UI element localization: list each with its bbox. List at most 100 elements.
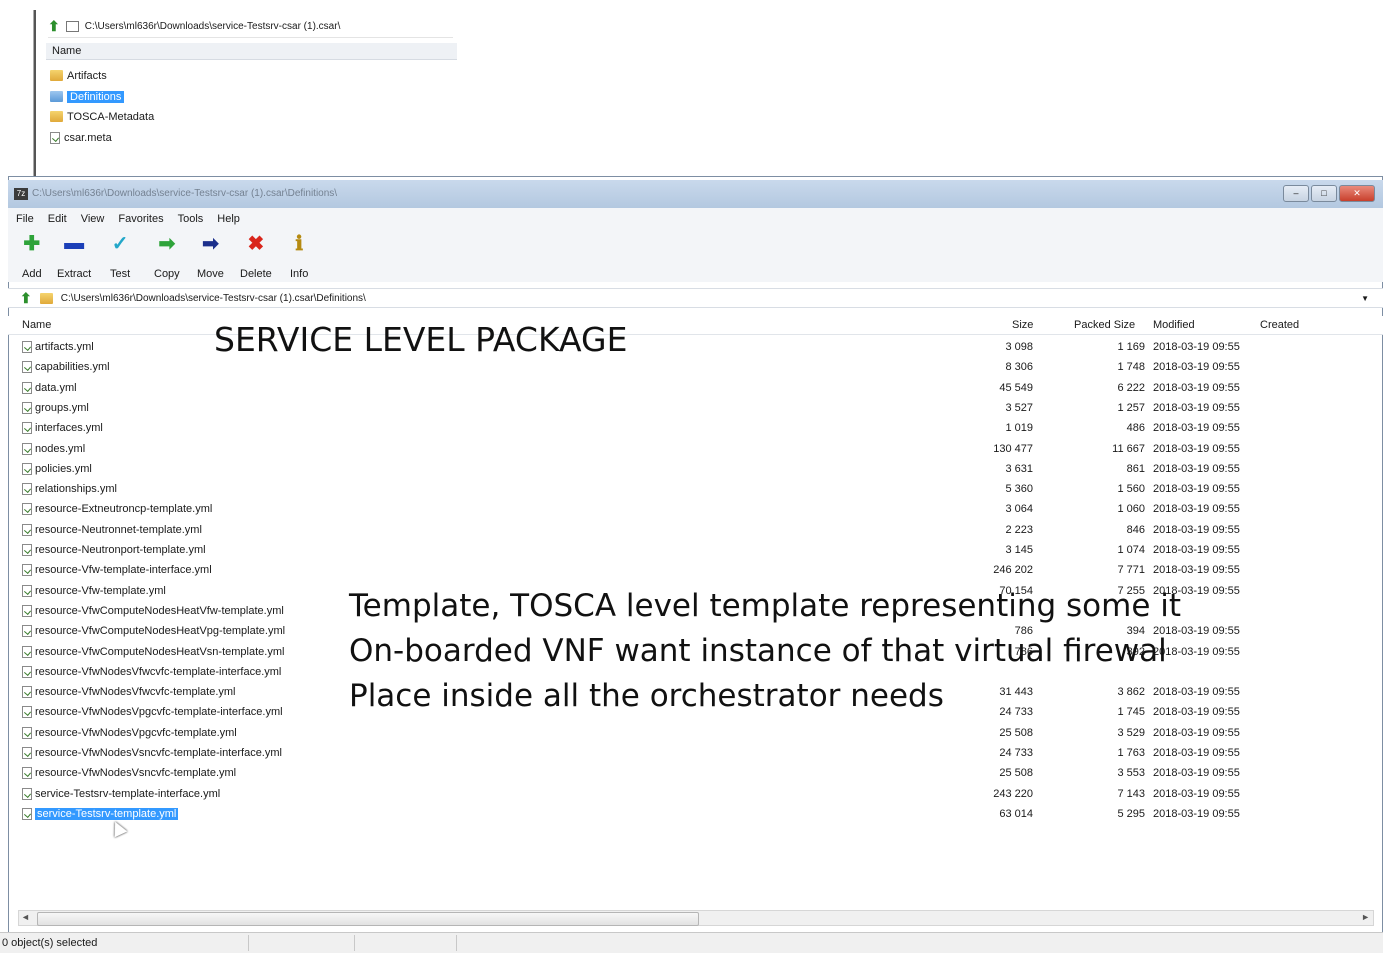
file-icon — [22, 381, 32, 394]
file-icon — [22, 544, 32, 556]
up-folder-icon[interactable]: ⬆ — [20, 290, 32, 307]
extract-button[interactable]: ▬ Extract — [57, 232, 91, 281]
test-button[interactable]: ✓ Test — [110, 232, 130, 281]
window-title: C:\Users\ml636r\Downloads\service-Testsr… — [32, 188, 338, 199]
file-name: resource-VfwNodesVfwcvfc-template-interf… — [35, 665, 282, 678]
file-icon — [22, 523, 32, 536]
menu-view[interactable]: View — [81, 213, 105, 225]
file-name: relationships.yml — [35, 483, 117, 496]
file-packed-size: 1 257 — [1117, 401, 1145, 414]
file-row[interactable]: resource-VfwNodesVpgcvfc-template.yml 25 … — [8, 724, 1383, 744]
file-name-cell: capabilities.yml — [22, 361, 110, 374]
file-name-cell: resource-VfwNodesVsncvfc-template.yml — [22, 767, 236, 780]
file-packed-size: 1 169 — [1117, 341, 1145, 353]
file-name-cell: resource-Extneutroncp-template.yml — [22, 503, 212, 516]
file-name: interfaces.yml — [35, 422, 103, 435]
file-row[interactable]: nodes.yml 130 477 11 667 2018-03-19 09:55 — [8, 440, 1383, 460]
column-size[interactable]: Size — [1012, 319, 1033, 331]
title-bar[interactable]: 7z C:\Users\ml636r\Downloads\service-Tes… — [8, 180, 1383, 208]
horizontal-scrollbar[interactable]: ◄ ► — [18, 910, 1374, 926]
file-icon — [22, 401, 32, 414]
file-row[interactable]: data.yml 45 549 6 222 2018-03-19 09:55 — [8, 379, 1383, 399]
file-packed-size: 3 529 — [1117, 726, 1145, 739]
file-row[interactable]: groups.yml 3 527 1 257 2018-03-19 09:55 — [8, 399, 1383, 419]
file-row[interactable]: capabilities.yml 8 306 1 748 2018-03-19 09:… — [8, 358, 1383, 378]
scroll-right-icon[interactable]: ► — [1361, 912, 1370, 922]
move-button[interactable]: ➡ Move — [197, 232, 224, 281]
delete-button[interactable]: ✖ Delete — [240, 232, 272, 281]
file-icon — [22, 767, 32, 780]
inset-address-bar[interactable]: ⬆ C:\Users\ml636r\Downloads\service-Test… — [48, 15, 453, 38]
file-row[interactable]: resource-Vfw-template-interface.yml 246 2… — [8, 561, 1383, 581]
scroll-left-icon[interactable]: ◄ — [21, 912, 30, 922]
file-packed-size: 3 553 — [1117, 767, 1145, 780]
file-icon — [22, 665, 32, 678]
delete-icon: ✖ — [247, 232, 265, 255]
inset-item-artifacts[interactable]: Artifacts — [50, 66, 107, 85]
up-folder-icon[interactable]: ⬆ — [48, 18, 60, 35]
info-button[interactable]: ℹ Info — [290, 232, 309, 281]
file-size: 31 443 — [999, 686, 1033, 699]
file-row[interactable]: policies.yml 3 631 861 2018-03-19 09:55 — [8, 460, 1383, 480]
folder-icon — [39, 292, 53, 304]
file-size: 2 223 — [1005, 523, 1033, 536]
file-row[interactable]: resource-Extneutroncp-template.yml 3 064 1… — [8, 500, 1383, 520]
copy-button[interactable]: ➡ Copy — [154, 232, 180, 281]
file-modified: 2018-03-19 09:55 — [1153, 807, 1240, 820]
file-icon — [22, 645, 32, 658]
inset-item-tosca-metadata[interactable]: TOSCA-Metadata — [50, 107, 154, 126]
file-row[interactable]: interfaces.yml 1 019 486 2018-03-19 09:55 — [8, 419, 1383, 439]
minimize-button[interactable]: – — [1283, 185, 1309, 202]
close-button[interactable]: ✕ — [1339, 185, 1375, 202]
add-button[interactable]: ✚ Add — [22, 232, 42, 281]
menu-edit[interactable]: Edit — [48, 213, 67, 225]
status-divider — [248, 935, 249, 951]
file-icon — [22, 361, 32, 374]
toolbar-label: Add — [22, 268, 42, 280]
file-size: 63 014 — [999, 807, 1033, 820]
file-row[interactable]: relationships.yml 5 360 1 560 2018-03-19 09… — [8, 480, 1383, 500]
file-name: resource-Neutronnet-template.yml — [35, 523, 202, 536]
status-divider — [456, 935, 457, 951]
file-name: service-Testsrv-template.yml — [35, 807, 179, 820]
file-row[interactable]: resource-Neutronport-template.yml 3 145 1 … — [8, 541, 1383, 561]
toolbar-label: Info — [290, 268, 309, 280]
file-row[interactable]: resource-VfwNodesVsncvfc-template.yml 25 … — [8, 764, 1383, 784]
file-name: data.yml — [35, 381, 77, 394]
menu-file[interactable]: File — [16, 213, 34, 225]
file-modified: 2018-03-19 09:55 — [1153, 442, 1240, 455]
copy-icon: ➡ — [158, 232, 176, 255]
chevron-down-icon[interactable]: ▼ — [1361, 294, 1369, 303]
menu-help[interactable]: Help — [217, 213, 240, 225]
path-bar[interactable]: ⬆ C:\Users\ml636r\Downloads\service-Test… — [8, 288, 1383, 308]
file-packed-size: 1 745 — [1117, 706, 1145, 719]
file-packed-size: 1 763 — [1117, 747, 1145, 759]
file-name: groups.yml — [35, 401, 89, 414]
file-packed-size: 1 748 — [1117, 361, 1145, 374]
file-modified: 2018-03-19 09:55 — [1153, 523, 1240, 536]
file-row[interactable]: service-Testsrv-template.yml 63 014 5 295 2… — [8, 805, 1383, 825]
file-name: artifacts.yml — [35, 341, 94, 353]
inset-item-definitions[interactable]: Definitions — [50, 87, 125, 106]
scrollbar-thumb[interactable] — [37, 912, 699, 926]
file-row[interactable]: resource-Neutronnet-template.yml 2 223 846… — [8, 521, 1383, 541]
menu-tools[interactable]: Tools — [178, 213, 204, 225]
status-divider — [354, 935, 355, 951]
file-name: capabilities.yml — [35, 361, 110, 374]
file-packed-size: 1 074 — [1117, 544, 1145, 556]
column-name[interactable]: Name — [22, 319, 51, 331]
file-name: resource-VfwComputeNodesHeatVfw-template… — [35, 604, 284, 617]
file-size: 1 019 — [1005, 422, 1033, 435]
file-row[interactable]: service-Testsrv-template-interface.yml 24… — [8, 785, 1383, 805]
column-packed-size[interactable]: Packed Size — [1074, 319, 1135, 331]
file-row[interactable]: resource-VfwNodesVsncvfc-template-interf… — [8, 744, 1383, 764]
overlay-line-2: On-boarded VNF want instance of that vir… — [349, 633, 1167, 669]
maximize-button[interactable]: □ — [1311, 185, 1337, 202]
inset-column-name[interactable]: Name — [46, 43, 457, 60]
file-icon — [22, 462, 32, 475]
file-icon — [22, 503, 32, 516]
column-modified[interactable]: Modified — [1153, 319, 1195, 331]
column-created[interactable]: Created — [1260, 319, 1299, 331]
inset-item-csar-meta[interactable]: csar.meta — [50, 128, 112, 147]
menu-favorites[interactable]: Favorites — [118, 213, 163, 225]
